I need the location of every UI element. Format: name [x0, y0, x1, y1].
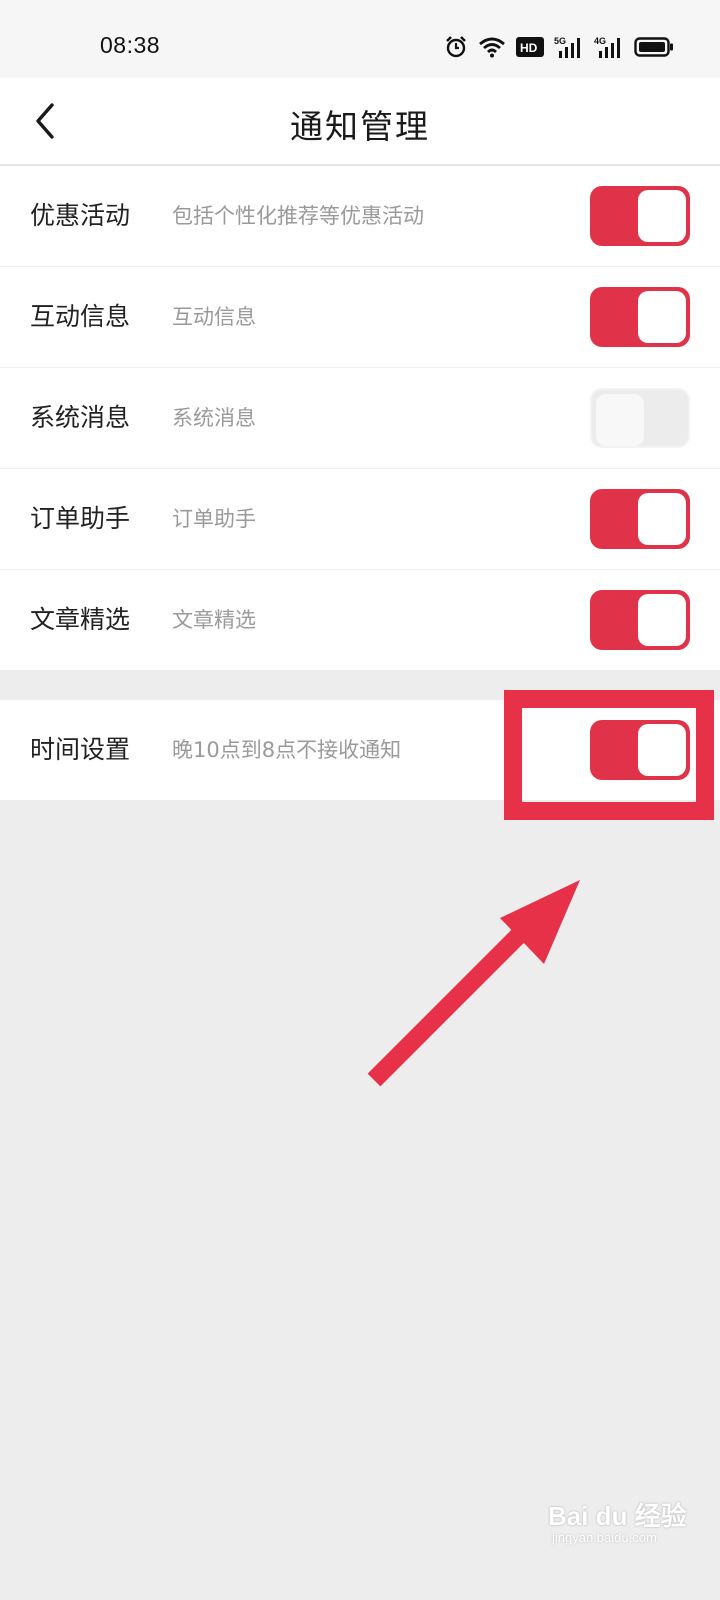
watermark: Bai du 经验: [548, 1501, 687, 1531]
battery-icon: [634, 37, 673, 57]
toggle-knob: [638, 493, 686, 545]
notification-list: 优惠活动 包括个性化推荐等优惠活动 互动信息 互动信息 系统消息 系统消息 订单…: [0, 166, 720, 670]
hd-label: HD: [520, 41, 538, 55]
4g-signal-icon: 4G: [594, 36, 620, 58]
annotation-arrow-icon: [367, 880, 580, 1087]
highlight-box: [504, 690, 714, 820]
watermark-url: jingyan.baidu.com: [552, 1530, 657, 1545]
setting-row-interactions: 互动信息 互动信息: [0, 267, 720, 368]
status-time: 08:38: [100, 32, 161, 58]
page-title: 通知管理: [290, 107, 430, 146]
toggle-knob: [638, 291, 686, 343]
setting-row-promotions: 优惠活动 包括个性化推荐等优惠活动: [0, 166, 720, 267]
hd-icon: HD: [516, 37, 544, 57]
status-icons: HD 5G 4G: [444, 34, 674, 60]
5g-label: 5G: [554, 36, 566, 46]
setting-title: 互动信息: [30, 302, 131, 331]
wifi-icon: [479, 37, 505, 58]
toggle-knob: [638, 190, 686, 242]
orders-toggle[interactable]: [590, 489, 690, 549]
status-bar: 08:38 HD 5G 4G: [0, 0, 720, 78]
interactions-toggle[interactable]: [590, 287, 690, 347]
setting-title: 系统消息: [30, 403, 131, 432]
4g-label: 4G: [594, 36, 606, 46]
setting-description: 文章精选: [172, 608, 256, 632]
header: 通知管理: [0, 78, 720, 166]
setting-description: 订单助手: [172, 507, 256, 531]
alarm-icon: [446, 36, 466, 58]
setting-row-orders: 订单助手 订单助手: [0, 469, 720, 570]
promotions-toggle[interactable]: [590, 186, 690, 246]
setting-title: 文章精选: [30, 605, 131, 634]
toggle-knob: [596, 394, 644, 446]
5g-signal-icon: 5G: [554, 36, 580, 58]
system-toggle[interactable]: [590, 388, 690, 448]
setting-title: 订单助手: [30, 504, 131, 533]
setting-row-system: 系统消息 系统消息: [0, 368, 720, 469]
setting-description: 包括个性化推荐等优惠活动: [172, 204, 424, 228]
toggle-knob: [638, 594, 686, 646]
setting-description: 互动信息: [172, 305, 256, 329]
setting-title: 时间设置: [30, 735, 131, 764]
setting-title: 优惠活动: [30, 201, 131, 230]
setting-row-articles: 文章精选 文章精选: [0, 570, 720, 670]
setting-description: 晚10点到8点不接收通知: [172, 738, 402, 762]
articles-toggle[interactable]: [590, 590, 690, 650]
setting-description: 系统消息: [172, 406, 256, 430]
